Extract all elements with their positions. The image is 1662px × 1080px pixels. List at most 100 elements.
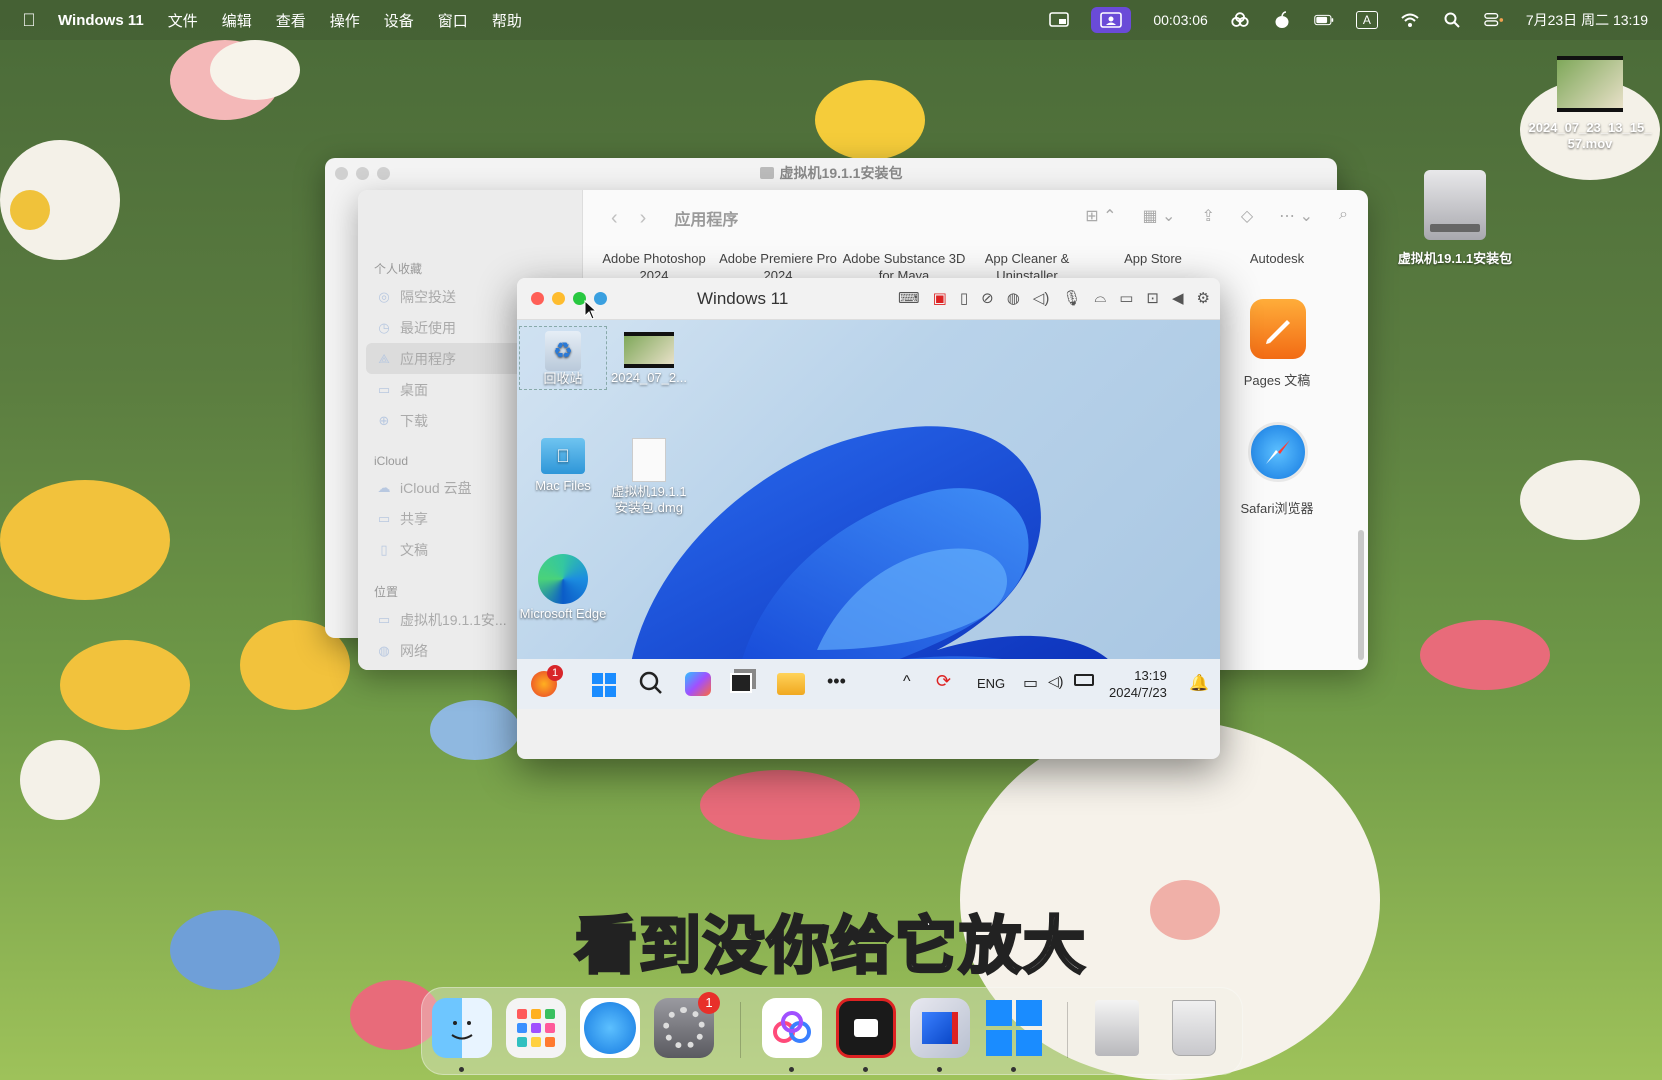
menubar-clock[interactable]: 7月23日 周二 13:19 bbox=[1526, 10, 1648, 30]
airdrop-icon: ◎ bbox=[378, 288, 390, 304]
disk-utility-dock-icon[interactable] bbox=[1087, 998, 1147, 1058]
more-apps-icon[interactable]: ••• bbox=[827, 671, 846, 692]
spotlight-search-icon[interactable] bbox=[1442, 10, 1462, 30]
network-icon: ◍ bbox=[378, 642, 390, 658]
windows-11-dock-icon[interactable] bbox=[984, 998, 1044, 1058]
sync-icon[interactable]: ⟳ bbox=[936, 671, 951, 692]
video-thumb-icon bbox=[624, 332, 674, 368]
launchpad-dock-icon[interactable] bbox=[506, 998, 566, 1058]
recycle-bin-shortcut[interactable]: ♻ 回收站 bbox=[519, 326, 607, 390]
file-icon bbox=[632, 438, 666, 482]
language-indicator[interactable]: ENG bbox=[977, 676, 1005, 691]
menu-window[interactable]: 窗口 bbox=[438, 10, 468, 31]
mouse-icon[interactable]: ▯ bbox=[960, 289, 968, 307]
forward-chevron-icon[interactable]: › bbox=[640, 207, 647, 230]
video-shortcut[interactable]: 2024_07_2... bbox=[605, 326, 693, 386]
cpu-icon[interactable]: ▣ bbox=[933, 289, 947, 307]
no-camera-icon[interactable]: ⊘ bbox=[981, 289, 994, 307]
battery-icon[interactable] bbox=[1314, 10, 1334, 30]
battery-icon[interactable] bbox=[1074, 674, 1094, 686]
camera-icon[interactable]: ▭ bbox=[1119, 289, 1133, 307]
menu-file[interactable]: 文件 bbox=[168, 10, 198, 31]
keyboard-icon[interactable]: ⌨ bbox=[898, 289, 920, 307]
menu-help[interactable]: 帮助 bbox=[492, 10, 522, 31]
microphone-icon[interactable]: 🎙 bbox=[1062, 289, 1081, 307]
shared-folder-icon: ▭ bbox=[377, 510, 391, 526]
tray-chevron-icon[interactable]: ^ bbox=[903, 673, 911, 691]
control-center-icon[interactable] bbox=[1484, 10, 1504, 30]
mac-files-label: Mac Files bbox=[535, 478, 591, 493]
screen-recording-icon[interactable] bbox=[1091, 7, 1132, 33]
close-button[interactable] bbox=[335, 167, 348, 180]
settings-gear-icon[interactable]: ⚙ bbox=[1197, 289, 1210, 307]
group-icon[interactable]: ▦ ⌄ bbox=[1142, 206, 1175, 226]
dmg-file-shortcut[interactable]: 虚拟机19.1.1安装包.dmg bbox=[605, 438, 693, 516]
edge-shortcut[interactable]: Microsoft Edge bbox=[519, 554, 607, 622]
copilot-icon[interactable] bbox=[685, 672, 711, 696]
volume-icon[interactable]: ◁) bbox=[1048, 673, 1063, 690]
minimize-button[interactable] bbox=[552, 292, 565, 305]
safari-app-icon[interactable] bbox=[1248, 422, 1308, 482]
apple-menu-icon[interactable]:  bbox=[0, 10, 58, 31]
shared-folder-icon[interactable]: ⊡ bbox=[1146, 289, 1159, 307]
minimize-button[interactable] bbox=[356, 167, 369, 180]
menu-edit[interactable]: 编辑 bbox=[222, 10, 252, 31]
search-icon[interactable] bbox=[639, 671, 663, 698]
task-view-icon[interactable] bbox=[730, 673, 752, 693]
share-icon[interactable]: ⇪ bbox=[1201, 206, 1214, 226]
network-monitor-icon[interactable]: ▭ bbox=[1023, 673, 1038, 693]
input-source-icon[interactable]: A bbox=[1355, 11, 1378, 29]
pages-app-icon[interactable] bbox=[1250, 299, 1306, 359]
network-globe-icon[interactable]: ◍ bbox=[1007, 289, 1020, 307]
finder-title: 应用程序 bbox=[674, 212, 739, 229]
windows-taskbar: 1 ••• ^ ⟳ ENG ▭ ◁) 13:19 2024/7/23 🔔 bbox=[517, 659, 1220, 709]
desktop-icon: ▭ bbox=[377, 381, 391, 397]
vm-titlebar[interactable]: Windows 11 ⌨ ▣ ▯ ⊘ ◍ ◁) 🎙 ⌓ ▭ ⊡ ◀ ⚙ bbox=[517, 278, 1220, 320]
app-autodesk[interactable]: Autodesk bbox=[1212, 250, 1342, 267]
speaker-icon[interactable]: ◁) bbox=[1033, 289, 1050, 307]
collapse-arrow-icon[interactable]: ◀ bbox=[1172, 289, 1184, 307]
app-pages[interactable]: Pages 文稿 bbox=[1212, 372, 1342, 389]
view-grid-icon[interactable]: ⊞ ⌃ bbox=[1085, 206, 1116, 226]
finder-toolbar: ‹ › 应用程序 ⊞ ⌃ ▦ ⌄ ⇪ ◇ ⋯ ⌄ ⌕ bbox=[583, 190, 1368, 246]
more-actions-icon[interactable]: ⋯ ⌄ bbox=[1279, 206, 1313, 226]
finder-scrollbar[interactable] bbox=[1358, 530, 1364, 660]
zoom-button[interactable] bbox=[377, 167, 390, 180]
vm-toolbar: ⌨ ▣ ▯ ⊘ ◍ ◁) 🎙 ⌓ ▭ ⊡ ◀ ⚙ bbox=[898, 289, 1210, 307]
taskbar-clock[interactable]: 13:19 2024/7/23 bbox=[1109, 667, 1167, 701]
notification-bell-icon[interactable]: 🔔 bbox=[1189, 673, 1209, 693]
menu-view[interactable]: 查看 bbox=[276, 10, 306, 31]
vm-screen[interactable]: ♻ 回收站 2024_07_2...  Mac Files 虚拟机19.1.1… bbox=[517, 320, 1220, 709]
clock-icon: ◷ bbox=[378, 319, 390, 335]
back-chevron-icon[interactable]: ‹ bbox=[611, 207, 618, 230]
finder-dock-icon[interactable] bbox=[432, 998, 492, 1058]
creative-cloud-icon[interactable] bbox=[1230, 10, 1250, 30]
safari-dock-icon[interactable] bbox=[580, 998, 640, 1058]
parallels-control-dock-icon[interactable] bbox=[836, 998, 896, 1058]
app-safari[interactable]: Safari浏览器 bbox=[1212, 500, 1342, 517]
vm-window[interactable]: Windows 11 ⌨ ▣ ▯ ⊘ ◍ ◁) 🎙 ⌓ ▭ ⊡ ◀ ⚙ ♻ 回收… bbox=[517, 278, 1220, 759]
windows-start-icon[interactable] bbox=[592, 673, 616, 697]
search-icon[interactable]: ⌕ bbox=[1339, 206, 1348, 226]
notification-badge: 1 bbox=[547, 665, 563, 681]
drive-icon[interactable]: ⌓ bbox=[1094, 289, 1106, 307]
screen-mirror-icon[interactable] bbox=[1049, 10, 1070, 30]
fruit-app-icon[interactable] bbox=[1272, 10, 1292, 30]
menu-actions[interactable]: 操作 bbox=[330, 10, 360, 31]
app-name-menu[interactable]: Windows 11 bbox=[58, 12, 144, 29]
video-file-label: 2024_07_23_13_15_57.mov bbox=[1528, 120, 1652, 151]
desktop-disk-image[interactable]: 虚拟机19.1.1安装包 bbox=[1390, 170, 1520, 267]
app-store[interactable]: App Store bbox=[1088, 250, 1218, 267]
menu-devices[interactable]: 设备 bbox=[384, 10, 414, 31]
file-explorer-icon[interactable] bbox=[777, 673, 805, 695]
desktop-video-file[interactable]: 2024_07_23_13_15_57.mov bbox=[1525, 56, 1655, 152]
installer-titlebar[interactable]: 虚拟机19.1.1安装包 bbox=[325, 158, 1337, 188]
mac-files-shortcut[interactable]:  Mac Files bbox=[519, 438, 607, 494]
creative-cloud-dock-icon[interactable] bbox=[762, 998, 822, 1058]
trash-dock-icon[interactable] bbox=[1164, 998, 1224, 1058]
tag-icon[interactable]: ◇ bbox=[1241, 206, 1253, 226]
close-button[interactable] bbox=[531, 292, 544, 305]
wifi-icon[interactable] bbox=[1400, 10, 1420, 30]
parallels-desktop-dock-icon[interactable] bbox=[910, 998, 970, 1058]
video-shortcut-label: 2024_07_2... bbox=[611, 370, 687, 385]
